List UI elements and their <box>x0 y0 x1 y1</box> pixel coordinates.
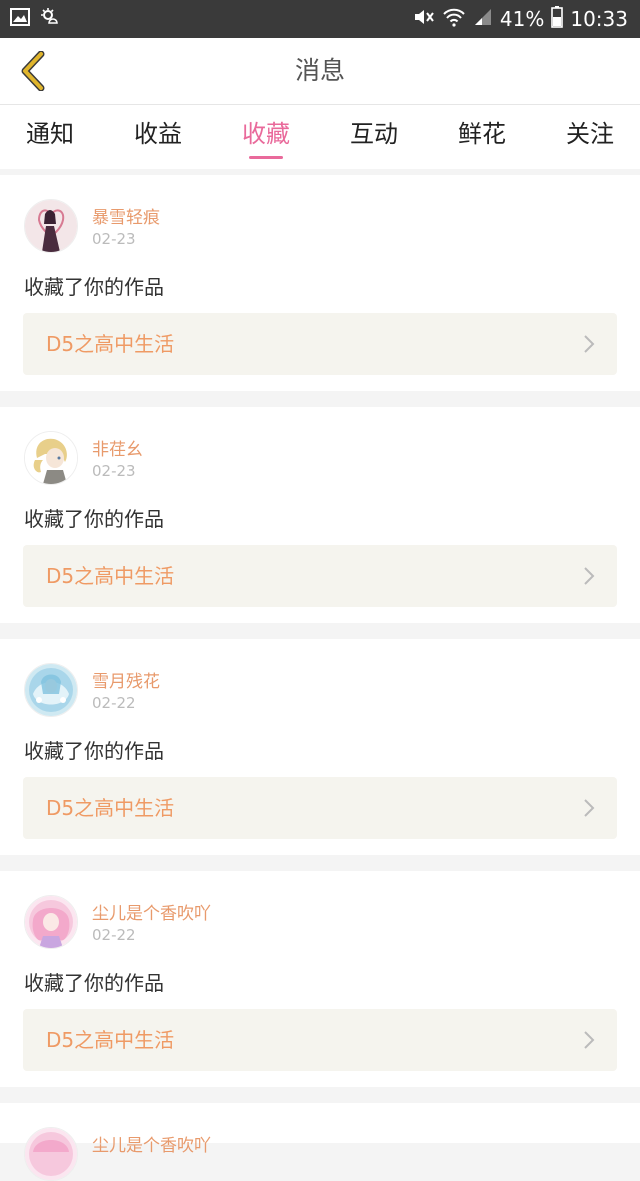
image-icon <box>10 8 30 30</box>
work-title: D5之高中生活 <box>46 796 175 820</box>
work-link[interactable]: D5之高中生活 <box>23 777 617 839</box>
username[interactable]: 非荏幺 <box>92 435 143 460</box>
list-item: 尘儿是个香吹吖 <box>0 1103 640 1181</box>
tab-favorites[interactable]: 收藏 <box>212 105 320 169</box>
work-title: D5之高中生活 <box>46 1028 175 1052</box>
username[interactable]: 雪月残花 <box>92 667 160 692</box>
chevron-right-icon <box>584 335 595 353</box>
signal-icon <box>473 7 493 32</box>
avatar[interactable] <box>24 663 78 717</box>
username[interactable]: 尘儿是个香吹吖 <box>92 1131 211 1156</box>
chevron-right-icon <box>584 1031 595 1049</box>
wifi-icon <box>442 7 466 32</box>
chevron-right-icon <box>584 799 595 817</box>
action-text: 收藏了你的作品 <box>24 739 164 763</box>
clock: 10:33 <box>570 7 628 31</box>
avatar[interactable] <box>24 431 78 485</box>
work-title: D5之高中生活 <box>46 332 175 356</box>
weather-icon <box>40 7 62 31</box>
work-link[interactable]: D5之高中生活 <box>23 313 617 375</box>
list-item: 非荏幺 02-23 收藏了你的作品 D5之高中生活 <box>0 407 640 623</box>
tab-flowers[interactable]: 鲜花 <box>428 105 536 169</box>
work-link[interactable]: D5之高中生活 <box>23 545 617 607</box>
chevron-right-icon <box>584 567 595 585</box>
work-link[interactable]: D5之高中生活 <box>23 1009 617 1071</box>
tab-label: 通知 <box>26 120 74 148</box>
list-item: 尘儿是个香吹吖 02-22 收藏了你的作品 D5之高中生活 <box>0 871 640 1087</box>
work-title: D5之高中生活 <box>46 564 175 588</box>
avatar[interactable] <box>24 895 78 949</box>
tab-notifications[interactable]: 通知 <box>0 105 104 169</box>
tab-label: 关注 <box>566 120 614 148</box>
username[interactable]: 尘儿是个香吹吖 <box>92 899 211 924</box>
timestamp: 02-23 <box>92 230 136 248</box>
tab-label: 鲜花 <box>458 120 506 148</box>
username[interactable]: 暴雪轻痕 <box>92 203 160 228</box>
tab-interactions[interactable]: 互动 <box>320 105 428 169</box>
tab-earnings[interactable]: 收益 <box>104 105 212 169</box>
tab-following[interactable]: 关注 <box>536 105 640 169</box>
tab-bar: 通知 收益 收藏 互动 鲜花 关注 <box>0 105 640 169</box>
tab-label: 互动 <box>350 120 398 148</box>
active-tab-indicator <box>249 156 283 159</box>
battery-icon <box>551 5 564 33</box>
timestamp: 02-22 <box>92 694 136 712</box>
list-item: 暴雪轻痕 02-23 收藏了你的作品 D5之高中生活 <box>0 175 640 391</box>
tab-label: 收益 <box>134 120 182 148</box>
mute-icon <box>413 7 435 32</box>
timestamp: 02-22 <box>92 926 136 944</box>
action-text: 收藏了你的作品 <box>24 971 164 995</box>
battery-percent: 41% <box>499 7 545 31</box>
page-title: 消息 <box>294 56 345 85</box>
avatar[interactable] <box>24 1127 78 1181</box>
header: 消息 <box>0 38 640 105</box>
timestamp: 02-23 <box>92 462 136 480</box>
action-text: 收藏了你的作品 <box>24 275 164 299</box>
status-bar: 41% 10:33 <box>0 0 640 38</box>
list-item: 雪月残花 02-22 收藏了你的作品 D5之高中生活 <box>0 639 640 855</box>
tab-label: 收藏 <box>242 120 290 148</box>
action-text: 收藏了你的作品 <box>24 507 164 531</box>
avatar[interactable] <box>24 199 78 253</box>
